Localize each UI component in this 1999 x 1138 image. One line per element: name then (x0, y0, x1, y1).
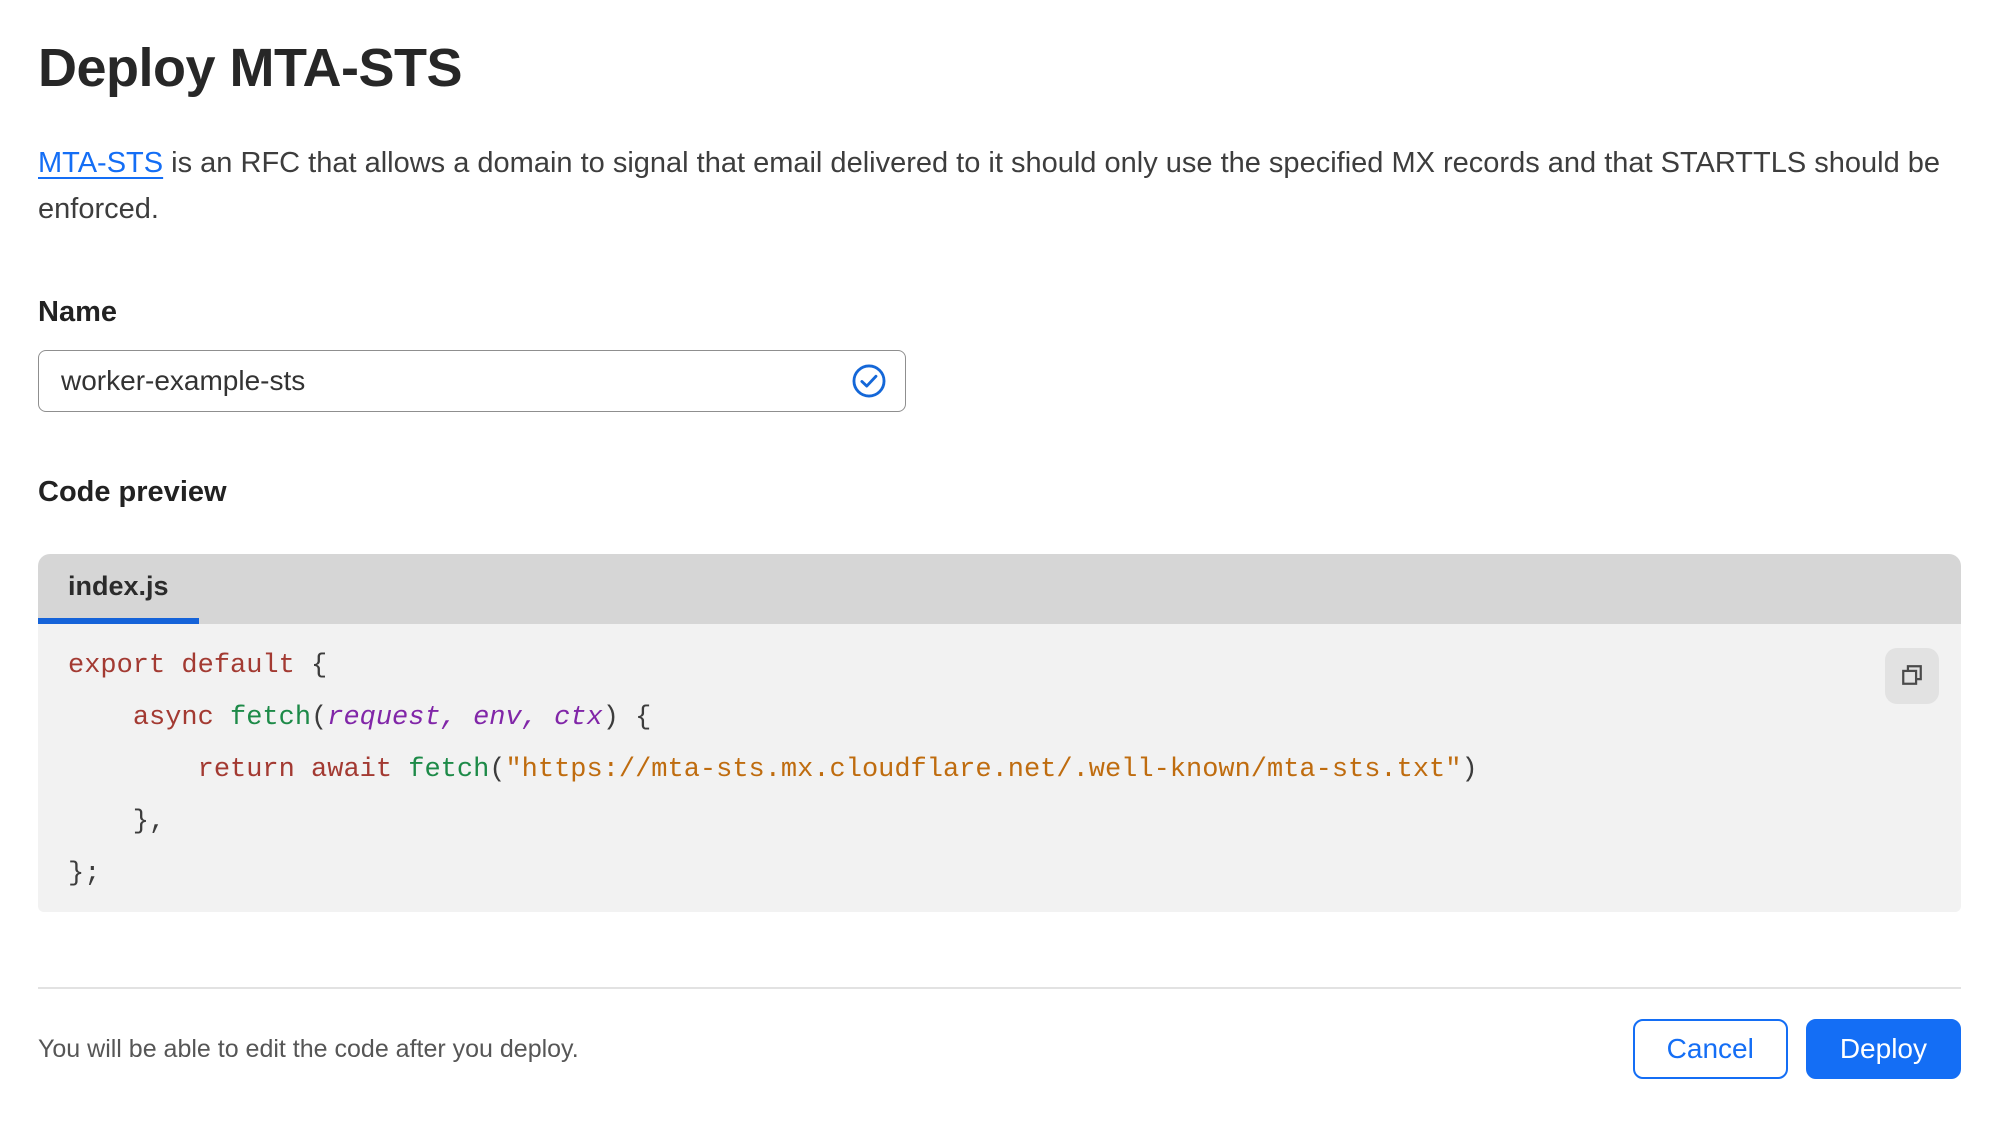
code-tab-bar: index.js (38, 554, 1961, 624)
check-circle-icon (850, 362, 888, 400)
deploy-button[interactable]: Deploy (1805, 1019, 1961, 1079)
description: MTA-STS is an RFC that allows a domain t… (38, 140, 1961, 232)
footer-buttons: Cancel Deploy (1632, 1019, 1961, 1079)
footer: You will be able to edit the code after … (38, 1019, 1961, 1079)
code-preview-container: index.js export default { async fetch(re… (38, 554, 1961, 912)
deploy-mta-sts-page: Deploy MTA-STS MTA-STS is an RFC that al… (0, 0, 1999, 1079)
copy-button[interactable] (1885, 648, 1939, 704)
footer-note: You will be able to edit the code after … (38, 1034, 579, 1063)
copy-icon (1898, 661, 1926, 692)
name-input[interactable] (38, 350, 906, 412)
code-preview-label: Code preview (38, 476, 227, 508)
cancel-button[interactable]: Cancel (1632, 1019, 1788, 1079)
tab-indexjs[interactable]: index.js (38, 554, 199, 624)
description-text: is an RFC that allows a domain to signal… (38, 147, 1941, 225)
code-area: export default { async fetch(request, en… (38, 624, 1961, 912)
footer-divider (38, 987, 1961, 989)
name-label: Name (38, 296, 117, 328)
code-block: export default { async fetch(request, en… (68, 651, 1478, 889)
name-input-wrap (38, 350, 906, 412)
page-title: Deploy MTA-STS (38, 38, 463, 98)
mta-sts-link[interactable]: MTA-STS (38, 147, 163, 179)
